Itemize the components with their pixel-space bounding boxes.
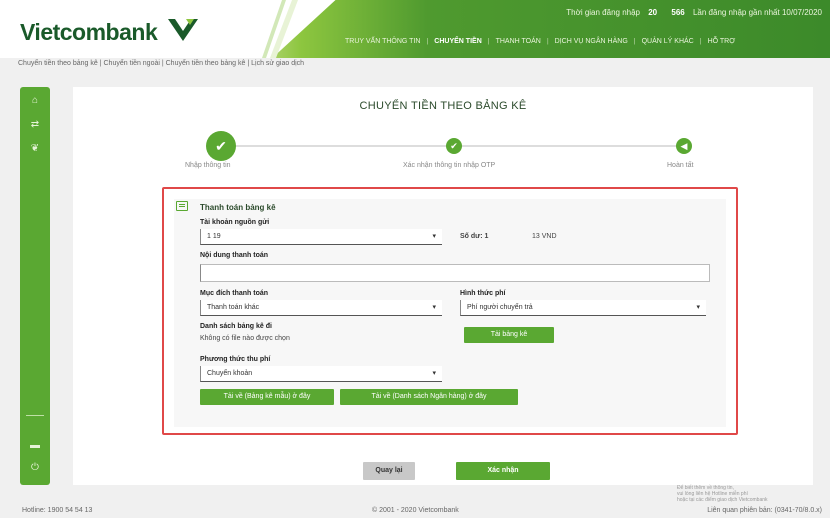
breadcrumb[interactable]: Chuyển tiền theo bảng kê | Chuyển tiền n… <box>18 60 304 67</box>
fee-collect-select[interactable]: Chuyển khoản ▾ <box>200 366 442 382</box>
fee-collect-label: Phương thức thu phí <box>200 356 271 363</box>
fee-method-label: Hình thức phí <box>460 290 506 297</box>
home-icon[interactable]: ⌂ <box>29 95 41 107</box>
step-3-arrow-icon: ◀ <box>676 138 692 154</box>
upload-button[interactable]: Tải bảng kê <box>464 327 554 343</box>
login-time-label: Thời gian đăng nhập <box>566 8 640 17</box>
login-count-value: 566 <box>671 8 685 17</box>
download-template-button[interactable]: Tải về (Bảng kê mẫu) ở đây <box>200 389 334 405</box>
nav-item-support[interactable]: HỖ TRỢ <box>708 38 736 45</box>
nav-item-inquiry[interactable]: TRUY VẤN THÔNG TIN <box>345 38 420 45</box>
last-login-label: Lần đăng nhập gần nhất <box>692 8 780 17</box>
step-1-label: Nhập thông tin <box>185 162 231 169</box>
step-3-label: Hoàn tất <box>667 162 694 169</box>
purpose-label: Mục đích thanh toán <box>200 290 269 297</box>
file-status: Không có file nào được chọn <box>200 335 290 342</box>
doc-icon <box>176 201 188 211</box>
nav-item-manage[interactable]: QUẢN LÝ KHÁC <box>642 38 694 45</box>
chevron-down-icon: ▾ <box>432 370 436 377</box>
left-sidebar: ⌂ ⇄ ❦ ▬ ⏻ <box>20 87 50 485</box>
account-select[interactable]: 1 19 ▾ <box>200 229 442 245</box>
list-label: Danh sách bảng kê đi <box>200 323 272 330</box>
header-stripes <box>262 0 298 58</box>
vietcombank-logo-icon <box>168 19 198 41</box>
section-title: Thanh toán bảng kê <box>200 203 276 212</box>
login-time-value: 20 <box>648 8 658 17</box>
user-session-line: Thời gian đăng nhập 20 566 Lần đăng nhập… <box>566 8 822 17</box>
balance-value: 13 VND <box>532 233 557 240</box>
purpose-select[interactable]: Thanh toán khác ▾ <box>200 300 442 316</box>
last-login-date: 10/07/2020 <box>781 8 822 17</box>
nav-item-services[interactable]: DỊCH VỤ NGÂN HÀNG <box>555 38 628 45</box>
nav-item-payment[interactable]: THANH TOÁN <box>496 38 541 45</box>
chevron-down-icon: ▾ <box>432 304 436 311</box>
transfer-icon[interactable]: ⇄ <box>29 119 41 131</box>
step-2-check-icon: ✔ <box>446 138 462 154</box>
account-value: 1 19 <box>207 233 221 240</box>
top-nav: TRUY VẤN THÔNG TIN | CHUYỂN TIỀN | THANH T… <box>345 38 736 45</box>
chevron-down-icon: ▾ <box>696 304 700 311</box>
hotline-text: Hotline: 1900 54 54 13 <box>22 507 93 514</box>
content-input[interactable] <box>200 264 710 282</box>
back-button[interactable]: Quay lại <box>363 462 415 480</box>
step-1-check-icon: ✔ <box>206 131 236 161</box>
transfer-form: Thanh toán bảng kê Tài khoản nguồn gửi 1… <box>174 199 726 427</box>
footer: Hotline: 1900 54 54 13 © 2001 - 2020 Vie… <box>0 504 830 518</box>
balance-label: Số dư: 1 <box>460 233 489 240</box>
sidebar-divider <box>26 415 44 416</box>
page-title: CHUYỂN TIỀN THEO BẢNG KÊ <box>359 100 527 112</box>
confirm-button[interactable]: Xác nhận <box>456 462 550 480</box>
nav-item-transfer[interactable]: CHUYỂN TIỀN <box>434 38 481 45</box>
transfer-form-highlight: Thanh toán bảng kê Tài khoản nguồn gửi 1… <box>162 187 738 435</box>
version-text: Liên quan phiên bản: (0341-70/8.0.x) <box>707 507 822 514</box>
contact-note-line: hoặc tại các điểm giao dịch Vietcombank <box>677 497 768 503</box>
copyright-text: © 2001 - 2020 Vietcombank <box>372 507 459 514</box>
content-label: Nội dung thanh toán <box>200 252 269 259</box>
power-icon[interactable]: ⏻ <box>29 462 41 474</box>
logo-text[interactable]: Vietcombank <box>20 19 158 46</box>
purpose-value: Thanh toán khác <box>207 304 260 311</box>
fee-collect-value: Chuyển khoản <box>207 370 253 377</box>
chevron-down-icon: ▾ <box>432 233 436 240</box>
fee-method-select[interactable]: Phí người chuyển trả ▾ <box>460 300 706 316</box>
step-2-label: Xác nhận thông tin nhập OTP <box>403 162 496 169</box>
contact-note: Để biết thêm về thông tin, vui lòng liên… <box>677 485 768 503</box>
header: Vietcombank Thời gian đăng nhập 20 566 L… <box>0 0 830 58</box>
download-banks-button[interactable]: Tải về (Danh sách Ngân hàng) ở đây <box>340 389 518 405</box>
account-label: Tài khoản nguồn gửi <box>200 219 270 226</box>
flag-icon[interactable]: ▬ <box>29 440 41 452</box>
fee-method-value: Phí người chuyển trả <box>467 304 533 311</box>
leaf-icon[interactable]: ❦ <box>29 143 41 155</box>
main-panel: CHUYỂN TIỀN THEO BẢNG KÊ ✔ ✔ ◀ Nhập thôn… <box>73 87 813 503</box>
